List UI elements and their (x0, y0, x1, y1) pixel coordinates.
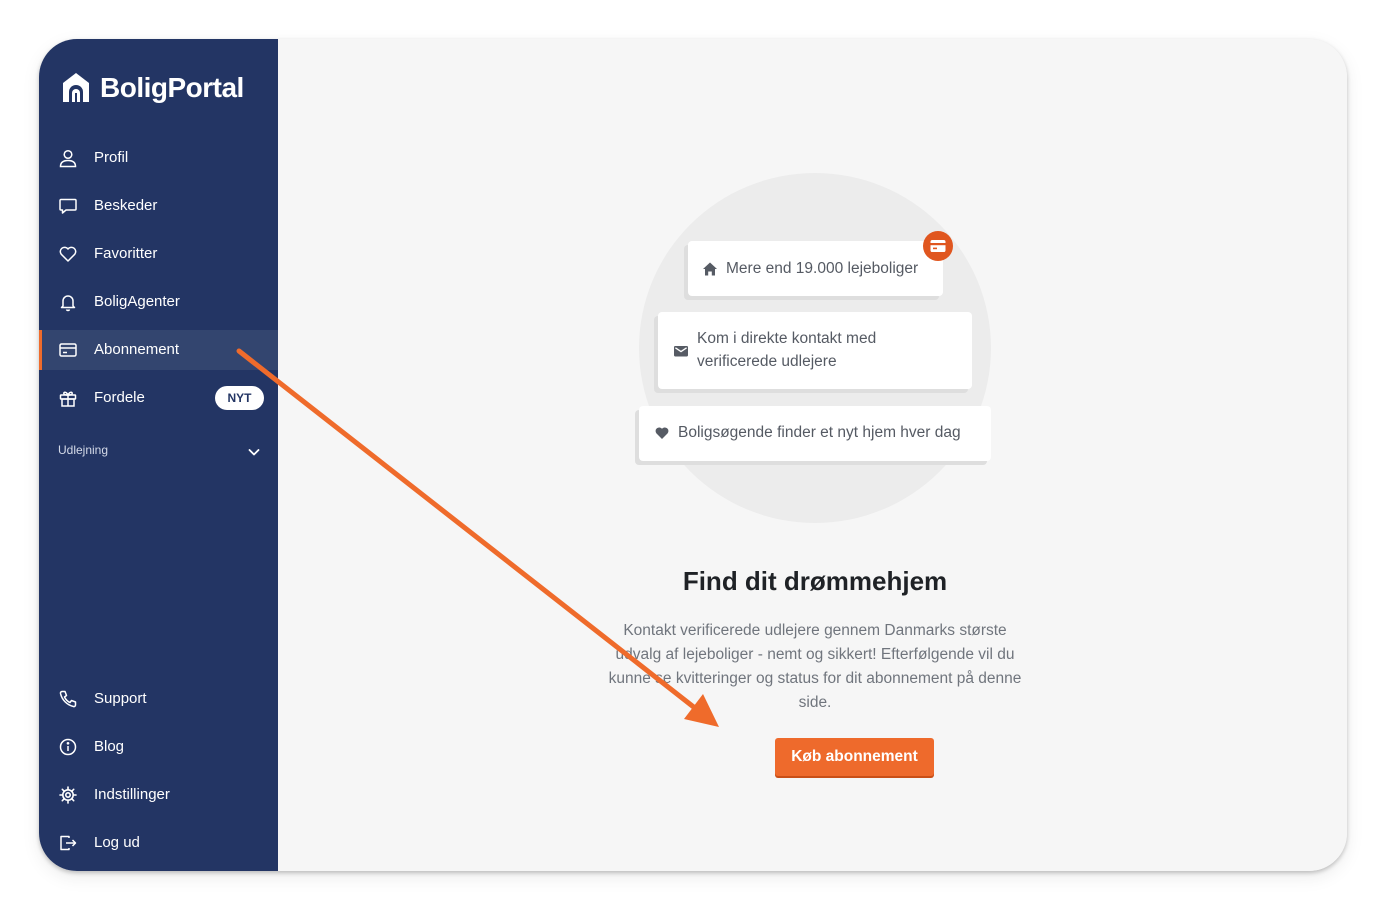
sidebar-item-boligagenter[interactable]: BoligAgenter (39, 282, 278, 322)
sidebar-item-label: Support (94, 690, 147, 707)
heart-icon (59, 246, 77, 262)
sidebar: BoligPortal Profil Beskeder Favoritter B… (39, 39, 278, 871)
feature-text: Kom i direkte kontakt med verificerede u… (697, 330, 877, 370)
chevron-down-icon (248, 449, 260, 456)
info-icon (59, 738, 77, 756)
page-title: Find dit drømmehjem (682, 566, 948, 596)
sidebar-item-label: Beskeder (94, 197, 158, 214)
message-icon (59, 198, 77, 214)
sidebar-item-label: Favoritter (94, 245, 158, 262)
sidebar-item-label: Indstillinger (94, 786, 170, 803)
new-badge: NYT (215, 386, 264, 410)
user-icon (59, 149, 77, 168)
sidebar-item-label: Blog (94, 738, 125, 755)
sidebar-item-blog[interactable]: Blog (39, 727, 278, 767)
sidebar-item-label: Profil (94, 149, 129, 166)
sidebar-item-fordele[interactable]: Fordele NYT (39, 378, 278, 418)
sidebar-item-abonnement[interactable]: Abonnement (39, 330, 278, 370)
section-udlejning-toggle[interactable]: Udlejning (39, 439, 278, 463)
house-logo-icon (63, 73, 89, 102)
sidebar-item-label: BoligAgenter (94, 293, 180, 310)
sidebar-item-label: Fordele (94, 389, 145, 406)
gear-icon (59, 786, 77, 804)
sidebar-item-support[interactable]: Support (39, 679, 278, 719)
feature-text: Boligsøgende finder et nyt hjem hver dag (678, 424, 961, 441)
logout-icon (60, 835, 77, 851)
main-content: Mere end 19.000 lejeboliger Kom i direkt… (278, 39, 1347, 871)
sidebar-item-label: Log ud (94, 834, 140, 851)
feature-card-new-home: Boligsøgende finder et nyt hjem hver dag (639, 406, 991, 461)
brand-name: BoligPortal (100, 72, 244, 103)
app-window: BoligPortal Profil Beskeder Favoritter B… (39, 39, 1347, 871)
sidebar-item-favoritter[interactable]: Favoritter (39, 234, 278, 274)
credit-card-icon (59, 343, 77, 357)
heart-icon (655, 427, 669, 439)
phone-icon (59, 690, 77, 708)
sidebar-item-profil[interactable]: Profil (39, 138, 278, 178)
envelope-icon (674, 346, 688, 357)
sidebar-item-log-ud[interactable]: Log ud (39, 823, 278, 863)
buy-subscription-button[interactable]: Køb abonnement (775, 738, 934, 776)
section-label: Udlejning (58, 443, 109, 457)
feature-card-listings: Mere end 19.000 lejeboliger (688, 241, 943, 296)
gift-icon (59, 391, 77, 407)
bell-icon (60, 295, 76, 312)
sidebar-item-beskeder[interactable]: Beskeder (39, 186, 278, 226)
credit-card-icon (930, 240, 946, 252)
feature-text: Mere end 19.000 lejeboliger (726, 260, 919, 277)
payment-badge (923, 231, 953, 261)
sidebar-item-label: Abonnement (94, 341, 180, 358)
home-icon (703, 262, 717, 276)
sidebar-item-indstillinger[interactable]: Indstillinger (39, 775, 278, 815)
page-description: Kontakt verificerede udlejere gennem Dan… (608, 622, 1022, 711)
feature-card-contact: Kom i direkte kontakt med verificerede u… (658, 312, 972, 389)
brand-logo[interactable]: BoligPortal (61, 68, 244, 108)
